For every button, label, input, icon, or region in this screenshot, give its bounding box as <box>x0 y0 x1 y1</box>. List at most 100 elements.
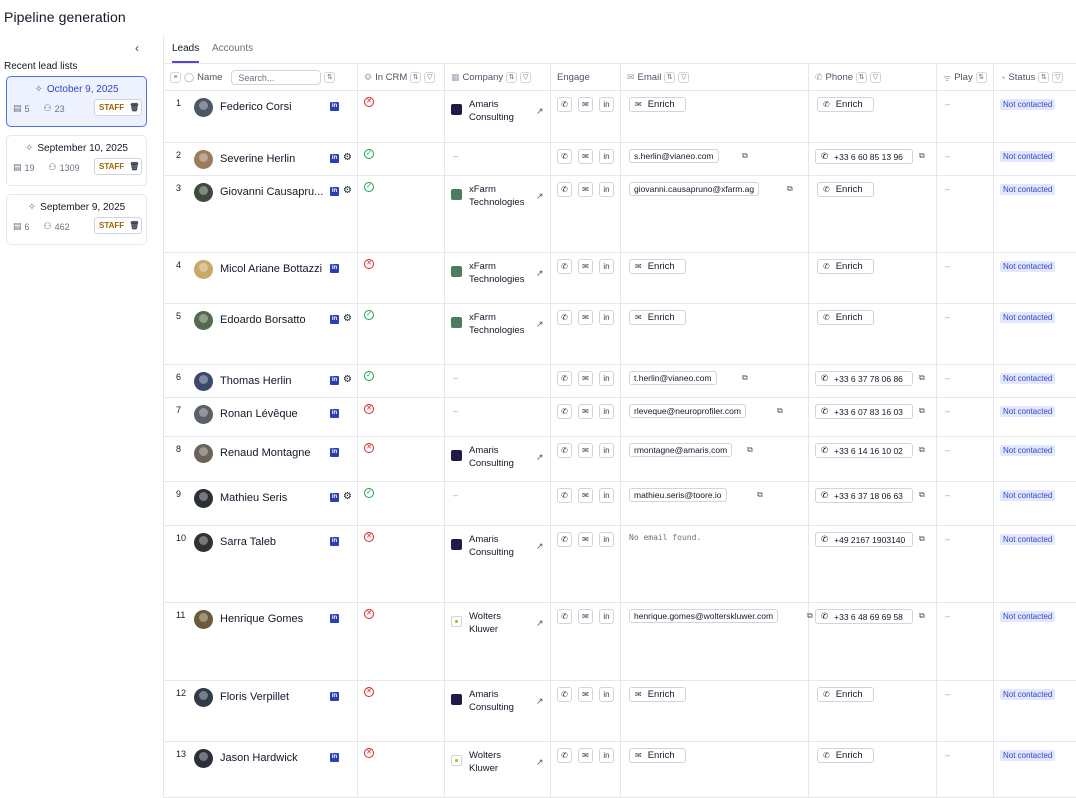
enrich-email-button[interactable]: ✉ Enrich <box>629 97 686 112</box>
lead-name[interactable]: Ronan Lévêque <box>220 408 328 420</box>
copy-icon[interactable]: ⧉ <box>757 490 763 500</box>
external-link-icon[interactable]: ↗ <box>536 696 544 707</box>
linkedin-icon[interactable]: in <box>330 102 339 111</box>
email-pill[interactable]: rmontagne@amaris.com <box>629 443 733 457</box>
external-link-icon[interactable]: ↗ <box>536 618 544 629</box>
trash-icon[interactable]: 🗑 <box>129 162 139 171</box>
tab-leads[interactable]: Leads <box>172 43 200 63</box>
linkedin-button[interactable]: in <box>599 532 614 547</box>
linkedin-button[interactable]: in <box>599 687 614 702</box>
copy-icon[interactable]: ⧉ <box>742 373 748 383</box>
lead-name[interactable]: Micol Ariane Bottazzi <box>220 263 328 275</box>
lead-name[interactable]: Severine Herlin <box>220 153 328 165</box>
copy-icon[interactable]: ⧉ <box>919 611 925 621</box>
lead-name[interactable]: Renaud Montagne <box>220 447 328 459</box>
linkedin-icon[interactable]: in <box>330 537 339 546</box>
linkedin-icon[interactable]: in <box>330 692 339 701</box>
email-button[interactable]: ✉ <box>578 609 593 624</box>
table-row[interactable]: 4 Micol Ariane Bottazzi in ✕ xFarm Technolog… <box>164 253 1076 304</box>
filter-icon[interactable]: ▽ <box>1052 72 1064 83</box>
linkedin-icon[interactable]: in <box>330 264 339 273</box>
linkedin-button[interactable]: in <box>599 371 614 386</box>
table-row[interactable]: 9 Mathieu Seris in ⚙ ✓ – ✆ ✉ in mathieu.seris@too… <box>164 482 1076 526</box>
sort-icon[interactable]: ⇅ <box>506 72 518 83</box>
copy-icon[interactable]: ⧉ <box>919 445 925 455</box>
sort-icon[interactable]: ⇅ <box>1038 72 1050 83</box>
email-pill[interactable]: t.herlin@vianeo.com <box>629 371 717 385</box>
filter-icon[interactable]: ▽ <box>678 72 690 83</box>
copy-icon[interactable]: ⧉ <box>747 445 753 455</box>
sort-icon[interactable]: ⇅ <box>324 72 336 83</box>
email-button[interactable]: ✉ <box>578 259 593 274</box>
linkedin-button[interactable]: in <box>599 97 614 112</box>
table-row[interactable]: 8 Renaud Montagne in ✕ Amaris Consulting ↗ ✆ ✉ i… <box>164 437 1076 482</box>
table-row[interactable]: 3 Giovanni Causapru... in ⚙ ✓ xFarm Technolog… <box>164 176 1076 253</box>
enrich-email-button[interactable]: ✉ Enrich <box>629 259 686 274</box>
linkedin-button[interactable]: in <box>599 310 614 325</box>
call-button[interactable]: ✆ <box>557 149 572 164</box>
email-button[interactable]: ✉ <box>578 748 593 763</box>
phone-pill[interactable]: ✆ +33 6 14 16 10 02 <box>815 443 913 458</box>
email-pill[interactable]: rleveque@neuroprofiler.com <box>629 404 746 418</box>
phone-pill[interactable]: ✆ +33 6 60 85 13 96 <box>815 149 913 164</box>
linkedin-icon[interactable]: in <box>330 154 339 163</box>
tab-accounts[interactable]: Accounts <box>212 43 253 63</box>
linkedin-button[interactable]: in <box>599 609 614 624</box>
email-button[interactable]: ✉ <box>578 310 593 325</box>
sort-icon[interactable]: ⇅ <box>410 72 422 83</box>
external-link-icon[interactable]: ↗ <box>536 106 544 117</box>
table-row[interactable]: 2 Severine Herlin in ⚙ ✓ – ✆ ✉ in s.herlin@vianeo… <box>164 143 1076 176</box>
filter-icon[interactable]: ▽ <box>870 72 882 83</box>
call-button[interactable]: ✆ <box>557 532 572 547</box>
linkedin-button[interactable]: in <box>599 149 614 164</box>
call-button[interactable]: ✆ <box>557 609 572 624</box>
email-button[interactable]: ✉ <box>578 532 593 547</box>
email-pill[interactable]: giovanni.causapruno@xfarm.ag <box>629 182 760 196</box>
enrich-phone-button[interactable]: ✆ Enrich <box>817 748 874 763</box>
call-button[interactable]: ✆ <box>557 310 572 325</box>
copy-icon[interactable]: ⧉ <box>919 406 925 416</box>
email-button[interactable]: ✉ <box>578 687 593 702</box>
external-link-icon[interactable]: ↗ <box>536 452 544 463</box>
lead-list-card[interactable]: ✧ October 9, 2025 ▤ 5 ⚇ 23 STAFF 🗑 <box>6 76 147 127</box>
external-link-icon[interactable]: ↗ <box>536 757 544 768</box>
chevron-left-icon[interactable]: ‹ <box>131 42 143 54</box>
lead-name[interactable]: Thomas Herlin <box>220 375 328 387</box>
enrich-email-button[interactable]: ✉ Enrich <box>629 687 686 702</box>
copy-icon[interactable]: ⧉ <box>787 184 793 194</box>
enrich-phone-button[interactable]: ✆ Enrich <box>817 97 874 112</box>
search-input[interactable] <box>231 70 322 85</box>
email-pill[interactable]: s.herlin@vianeo.com <box>629 149 719 163</box>
email-button[interactable]: ✉ <box>578 404 593 419</box>
linkedin-button[interactable]: in <box>599 443 614 458</box>
trash-icon[interactable]: 🗑 <box>129 103 139 112</box>
phone-pill[interactable]: ✆ +33 6 07 83 16 03 <box>815 404 913 419</box>
call-button[interactable]: ✆ <box>557 97 572 112</box>
lead-list-card[interactable]: ✧ September 10, 2025 ▤ 19 ⚇ 1309 STAFF 🗑 <box>6 135 147 186</box>
lead-name[interactable]: Edoardo Borsatto <box>220 314 328 326</box>
external-link-icon[interactable]: ↗ <box>536 541 544 552</box>
phone-pill[interactable]: ✆ +33 6 37 78 06 86 <box>815 371 913 386</box>
trash-icon[interactable]: 🗑 <box>129 221 139 230</box>
copy-icon[interactable]: ⧉ <box>919 151 925 161</box>
enrich-phone-button[interactable]: ✆ Enrich <box>817 182 874 197</box>
enrich-email-button[interactable]: ✉ Enrich <box>629 310 686 325</box>
table-row[interactable]: 5 Edoardo Borsatto in ⚙ ✓ xFarm Technologies ↗… <box>164 304 1076 365</box>
lead-name[interactable]: Mathieu Seris <box>220 492 328 504</box>
call-button[interactable]: ✆ <box>557 182 572 197</box>
email-button[interactable]: ✉ <box>578 149 593 164</box>
table-row[interactable]: 13 Jason Hardwick in ✕ Wolters Kluwer ↗ ✆ ✉ in ✉ E… <box>164 742 1076 798</box>
copy-icon[interactable]: ⧉ <box>742 151 748 161</box>
linkedin-icon[interactable]: in <box>330 187 339 196</box>
lead-name[interactable]: Federico Corsi <box>220 101 328 113</box>
call-button[interactable]: ✆ <box>557 371 572 386</box>
linkedin-button[interactable]: in <box>599 404 614 419</box>
linkedin-icon[interactable]: in <box>330 614 339 623</box>
linkedin-icon[interactable]: in <box>330 753 339 762</box>
linkedin-icon[interactable]: in <box>330 493 339 502</box>
phone-pill[interactable]: ✆ +33 6 37 18 06 63 <box>815 488 913 503</box>
lead-name[interactable]: Henrique Gomes <box>220 613 328 625</box>
email-button[interactable]: ✉ <box>578 443 593 458</box>
table-row[interactable]: 6 Thomas Herlin in ⚙ ✓ – ✆ ✉ in t.herlin@vianeo.c… <box>164 365 1076 398</box>
phone-pill[interactable]: ✆ +49 2167 1903140 <box>815 532 913 547</box>
